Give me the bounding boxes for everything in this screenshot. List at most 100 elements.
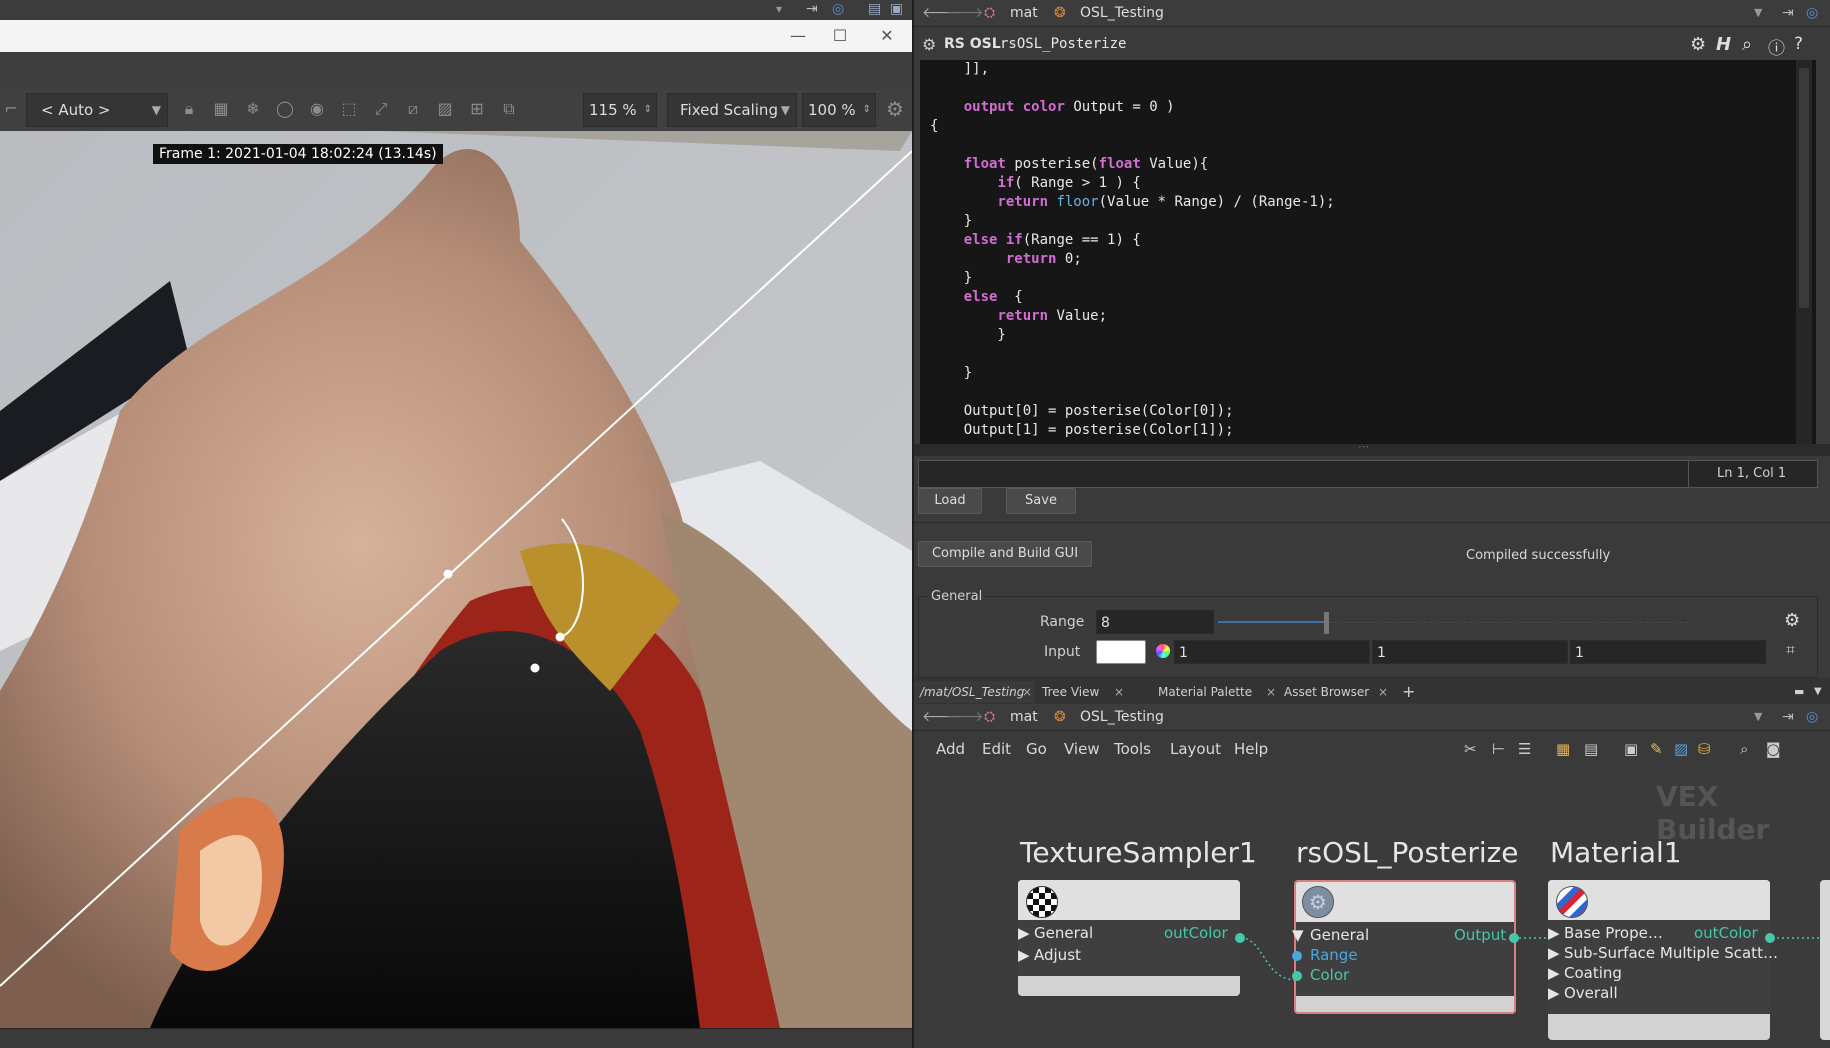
output-port[interactable] — [1765, 933, 1775, 943]
port-coating[interactable]: Coating — [1564, 964, 1622, 982]
input-r-field[interactable]: 1 — [1174, 640, 1370, 664]
network-editor[interactable]: VEX Builder TextureSampler1 ▶ General ▶ … — [914, 766, 1830, 1048]
splitter-handle[interactable]: ⋯ — [914, 440, 1830, 456]
chevron-down-icon[interactable]: ▼ — [1808, 681, 1828, 703]
lock-icon[interactable]: 🔒︎ — [178, 98, 200, 120]
pin-icon[interactable]: ⇥ — [1782, 4, 1794, 22]
path-item-mat[interactable]: mat — [1010, 708, 1038, 726]
triangle-right-icon[interactable]: ▶ — [1548, 944, 1560, 962]
output-port[interactable] — [1235, 933, 1245, 943]
path-item-osl-testing[interactable]: OSL_Testing — [1080, 708, 1164, 726]
node-osl-posterize[interactable]: ⚙ ▼ General Range Color Output — [1292, 880, 1519, 1014]
gear-icon[interactable]: ⚙ — [1784, 610, 1800, 631]
link-icon[interactable]: ◎ — [832, 1, 844, 17]
expand-icon[interactable]: ⤢ — [370, 98, 392, 120]
menu-help[interactable]: Help — [1234, 740, 1268, 758]
code-scrollbar[interactable] — [1796, 60, 1812, 444]
snowflake-icon[interactable]: ❄ — [242, 98, 264, 120]
tab-material-palette[interactable]: Material Palette × — [1152, 681, 1276, 703]
region-icon[interactable]: ⬚ — [338, 98, 360, 120]
input-color-swatch[interactable] — [1096, 640, 1146, 664]
output-port[interactable] — [1509, 933, 1519, 943]
input-port-color[interactable] — [1292, 971, 1302, 981]
diagonal-icon[interactable]: ⧄ — [402, 98, 424, 120]
close-icon[interactable]: ✕ — [872, 24, 902, 48]
bundle-icon[interactable]: ⛁ — [1698, 740, 1711, 758]
path-item-osl-testing[interactable]: OSL_Testing — [1080, 4, 1164, 22]
help-icon[interactable]: ? — [1794, 34, 1803, 54]
list-icon[interactable]: ☰ — [1518, 740, 1531, 758]
node-texture-sampler[interactable]: ▶ General ▶ Adjust outColor — [1018, 880, 1245, 996]
target-icon[interactable]: ◉ — [306, 98, 328, 120]
triangle-right-icon[interactable]: ▶ — [1018, 946, 1030, 964]
input-b-field[interactable]: 1 — [1570, 640, 1766, 664]
close-icon[interactable]: × — [1022, 681, 1032, 703]
help-h-icon[interactable]: H — [1716, 34, 1731, 55]
grid-icon[interactable]: ▦ — [1556, 740, 1570, 758]
image-icon[interactable]: ▨ — [1674, 740, 1688, 758]
chevron-down-icon[interactable]: ▼ — [1754, 4, 1762, 22]
port-range[interactable]: Range — [1310, 946, 1358, 964]
image-icon[interactable]: ▨ — [434, 98, 456, 120]
minimize-icon[interactable]: — — [783, 24, 813, 48]
window-icon[interactable]: ▤ — [868, 1, 881, 17]
camera-dropdown[interactable]: < Auto > ▼ — [26, 93, 168, 127]
menu-add[interactable]: Add — [936, 740, 965, 758]
compile-button[interactable]: Compile and Build GUI — [918, 541, 1092, 567]
color-wheel-icon[interactable] — [1156, 644, 1170, 658]
path-item-mat[interactable]: mat — [1010, 4, 1038, 22]
load-button[interactable]: Load — [918, 488, 982, 514]
range-slider-handle[interactable] — [1324, 612, 1330, 634]
add-tab-icon[interactable]: + — [1396, 681, 1421, 703]
triangle-right-icon[interactable]: ▶ — [1018, 924, 1030, 942]
menu-edit[interactable]: Edit — [982, 740, 1011, 758]
triangle-right-icon[interactable]: ▶ — [1548, 924, 1560, 942]
tools-icon[interactable]: ✂ — [1464, 740, 1477, 758]
camera-icon[interactable]: ◙ — [1766, 740, 1781, 758]
link-icon[interactable]: ◎ — [1806, 708, 1818, 726]
scale-field[interactable]: 100 % ⇕ — [802, 93, 876, 127]
menu-go[interactable]: Go — [1026, 740, 1047, 758]
range-input[interactable]: 8 — [1096, 610, 1214, 634]
circle-icon[interactable]: ◯ — [274, 98, 296, 120]
forward-arrow-icon[interactable]: 🡒 — [946, 708, 984, 726]
pin-icon[interactable]: ⇥ — [1782, 708, 1794, 726]
restore-icon[interactable]: ☐ — [825, 24, 855, 48]
search-icon[interactable]: ⌕ — [1742, 34, 1752, 55]
tab-asset-browser[interactable]: Asset Browser × — [1278, 681, 1388, 703]
node-name-field[interactable]: rsOSL_Posterize — [1000, 36, 1126, 52]
close-icon[interactable]: × — [1266, 681, 1276, 703]
zoom-field[interactable]: 115 % ⇕ — [583, 93, 657, 127]
port-general[interactable]: General — [1034, 924, 1093, 942]
crop-icon[interactable]: ⌐ — [0, 98, 22, 120]
node-material[interactable]: ▶ Base Prope… ▶ Sub-Surface Multiple Sca… — [1548, 880, 1778, 1040]
menu-tools[interactable]: Tools — [1114, 740, 1151, 758]
close-icon[interactable]: × — [1114, 681, 1124, 703]
layout-icon[interactable]: ▤ — [1584, 740, 1598, 758]
window-icon[interactable]: ▣ — [1624, 740, 1638, 758]
note-icon[interactable]: ✎ — [1650, 740, 1663, 758]
input-port-range[interactable] — [1292, 951, 1302, 961]
osl-code-editor[interactable]: ]], output color Output = 0 ) { float pos… — [920, 60, 1816, 444]
port-adjust[interactable]: Adjust — [1034, 946, 1081, 964]
search-icon[interactable]: ⌕ — [1740, 740, 1748, 758]
dropdown-arrow-icon[interactable]: ▾ — [776, 2, 782, 16]
tree-icon[interactable]: ⊢ — [1492, 740, 1505, 758]
triangle-down-icon[interactable]: ▼ — [1292, 926, 1304, 944]
tab-tree-view[interactable]: Tree View × — [1036, 681, 1124, 703]
triangle-right-icon[interactable]: ▶ — [1548, 964, 1560, 982]
scaling-dropdown[interactable]: Fixed Scaling ▼ — [667, 93, 797, 127]
pin-icon[interactable]: ⇥ — [806, 1, 818, 17]
grid-icon[interactable]: ▦ — [210, 98, 232, 120]
maximize-icon[interactable]: ▣ — [890, 1, 903, 17]
gear-icon[interactable]: ⚙ — [1690, 34, 1706, 55]
menu-layout[interactable]: Layout — [1170, 740, 1221, 758]
info-icon[interactable]: ⓘ — [1768, 34, 1785, 59]
port-overall[interactable]: Overall — [1564, 984, 1618, 1002]
port-subsurface[interactable]: Sub-Surface Multiple Scatt… — [1564, 944, 1778, 962]
port-general[interactable]: General — [1310, 926, 1369, 944]
chevron-down-icon[interactable]: ▼ — [1754, 708, 1762, 726]
render-viewport[interactable] — [0, 131, 912, 1028]
add-image-icon[interactable]: ⊞ — [466, 98, 488, 120]
port-base-properties[interactable]: Base Prope… — [1564, 924, 1663, 942]
